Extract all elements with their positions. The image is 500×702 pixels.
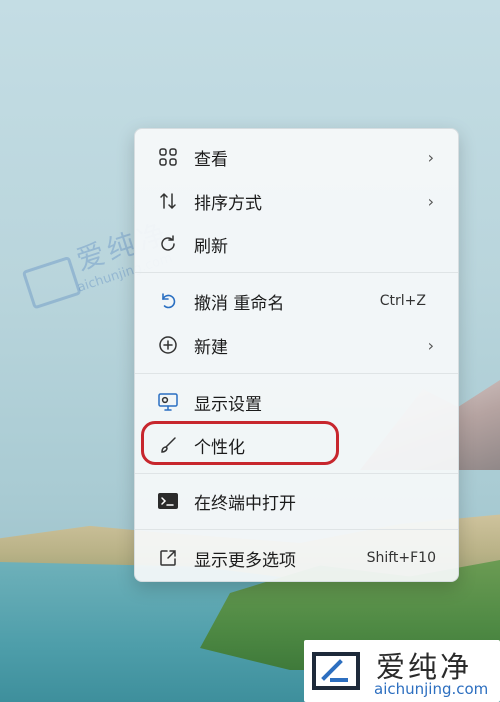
brand-watermark: 爱纯净 aichunjing.com — [304, 640, 500, 702]
menu-item-refresh[interactable]: 刷新 — [141, 225, 452, 263]
menu-item-label: 撤消 重命名 — [194, 293, 285, 314]
chevron-right-icon: › — [427, 335, 434, 355]
menu-item-label: 个性化 — [194, 437, 245, 458]
chevron-right-icon: › — [427, 191, 434, 211]
brand-logo-icon — [310, 648, 362, 694]
menu-item-view[interactable]: 查看 › — [141, 138, 452, 176]
menu-separator — [135, 473, 458, 474]
menu-separator — [135, 272, 458, 273]
menu-separator — [135, 529, 458, 530]
paintbrush-icon — [157, 434, 179, 456]
brand-name-en: aichunjing.com — [374, 680, 489, 698]
menu-item-label: 新建 — [194, 337, 228, 358]
menu-item-sort-by[interactable]: 排序方式 › — [141, 182, 452, 220]
view-grid-icon — [157, 146, 179, 168]
undo-icon — [157, 290, 179, 312]
menu-item-label: 查看 — [194, 149, 228, 170]
menu-item-new[interactable]: 新建 › — [141, 326, 452, 364]
menu-item-label: 刷新 — [194, 236, 228, 257]
shortcut-text: Shift+F10 — [366, 550, 436, 566]
menu-item-personalize[interactable]: 个性化 — [141, 426, 452, 464]
menu-item-show-more-options[interactable]: 显示更多选项 Shift+F10 — [141, 539, 452, 577]
desktop-context-menu: 查看 › 排序方式 › 刷新 撤消 重命名 Ctrl+Z 新建 › 显示设置 个… — [134, 128, 459, 582]
menu-item-display-settings[interactable]: 显示设置 — [141, 383, 452, 421]
show-more-options-icon — [157, 547, 179, 569]
terminal-icon — [157, 490, 179, 512]
refresh-icon — [157, 233, 179, 255]
display-settings-icon — [157, 391, 179, 413]
menu-item-label: 显示更多选项 — [194, 550, 296, 571]
menu-item-label: 在终端中打开 — [194, 493, 296, 514]
menu-item-label: 显示设置 — [194, 394, 262, 415]
chevron-right-icon: › — [427, 147, 434, 167]
menu-item-undo-rename[interactable]: 撤消 重命名 Ctrl+Z — [141, 282, 452, 320]
shortcut-text: Ctrl+Z — [379, 293, 426, 309]
menu-item-label: 排序方式 — [194, 193, 262, 214]
sort-arrows-icon — [157, 190, 179, 212]
menu-separator — [135, 373, 458, 374]
new-plus-icon — [157, 334, 179, 356]
menu-item-open-in-terminal[interactable]: 在终端中打开 — [141, 482, 452, 520]
